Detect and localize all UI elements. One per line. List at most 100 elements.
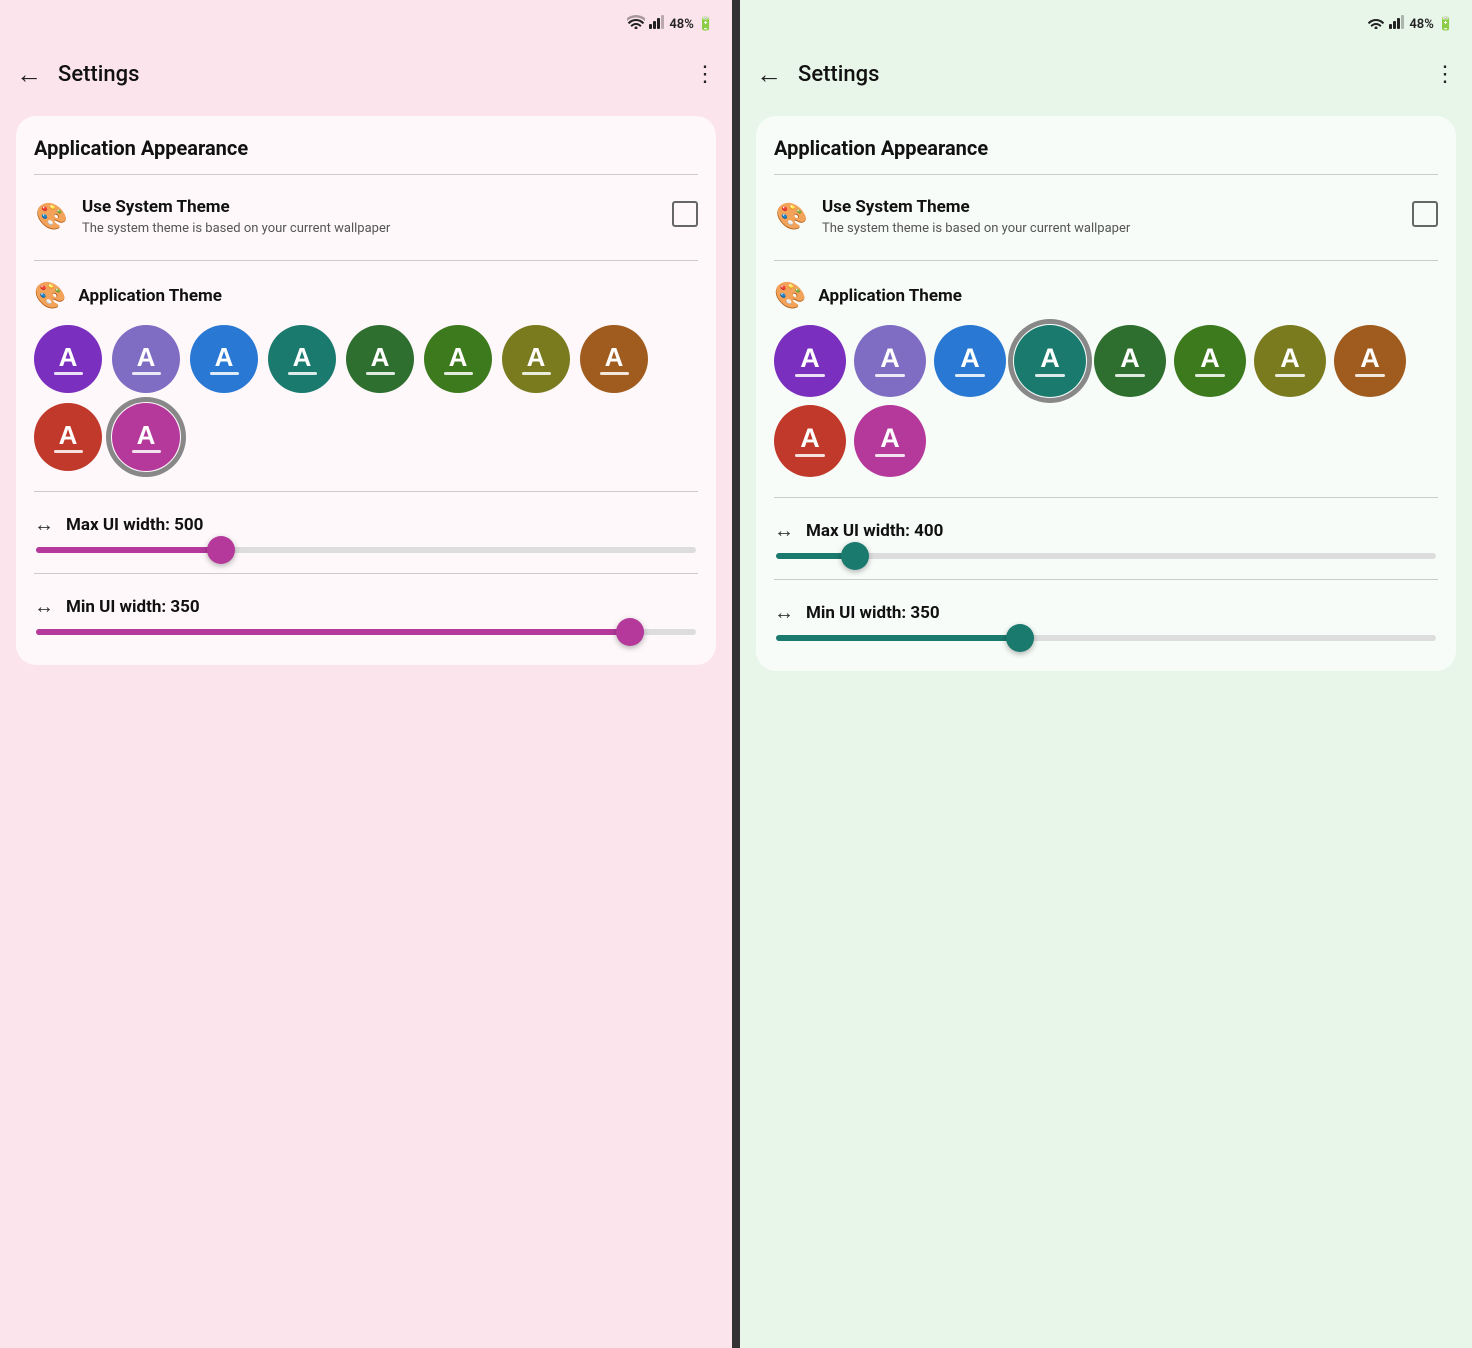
divider-left-4 [34,573,698,574]
card-right: Application Appearance 🎨 Use System Them… [756,116,1456,671]
min-width-title-left: Min UI width: 350 [66,597,200,617]
divider-right-3 [774,497,1438,498]
color-circle-teal-dark[interactable]: A [268,325,336,393]
system-theme-checkbox-left[interactable] [672,201,698,227]
app-theme-icon-area-left: 🎨 [34,281,66,311]
divider-right-1 [774,174,1438,175]
arrows-icon-left-2: ↔ [34,594,54,619]
page-title-left: Settings [58,62,678,87]
color-circle-olive-green[interactable]: A [424,325,492,393]
battery-right: 48% [1409,17,1433,32]
color-circle-olive[interactable]: A [502,325,570,393]
content-left: Application Appearance 🎨 Use System Them… [0,104,732,1348]
system-theme-desc-left: The system theme is based on your curren… [82,220,660,238]
wifi-icon-left [627,15,645,33]
color-circle-teal-dark[interactable]: A [1014,325,1086,397]
more-menu-left[interactable]: ⋮ [694,62,716,87]
min-width-slider-right[interactable] [776,635,1436,641]
app-bar-right: ← Settings ⋮ [740,44,1472,104]
app-theme-title-left: Application Theme [78,286,222,306]
color-circle-green-dark[interactable]: A [346,325,414,393]
min-width-label-left: ↔ Min UI width: 350 [34,594,698,619]
system-theme-text-left: Use System Theme The system theme is bas… [82,197,660,238]
color-circle-brown-orange[interactable]: A [1334,325,1406,397]
app-theme-header-left: 🎨 Application Theme [34,281,698,311]
color-circle-blue[interactable]: A [934,325,1006,397]
colors-grid-right: AAAAAAAAAA [774,325,1438,477]
right-panel: 48% 🔋 ← Settings ⋮ Application Appearanc… [740,0,1472,1348]
max-width-section-left: ↔ Max UI width: 500 [34,502,698,563]
app-theme-title-right: Application Theme [818,286,962,306]
palette-icon-left-1: 🎨 [36,202,68,232]
system-theme-desc-right: The system theme is based on your curren… [822,220,1400,238]
app-theme-section-right: 🎨 Application Theme AAAAAAAAAA [774,271,1438,483]
app-theme-icon-area-right: 🎨 [774,281,806,311]
divider-left-2 [34,260,698,261]
colors-grid-left: AAAAAAAAAA [34,325,698,471]
color-circle-green-dark[interactable]: A [1094,325,1166,397]
arrows-icon-right-2: ↔ [774,600,794,625]
arrows-icon-right-1: ↔ [774,518,794,543]
system-theme-row-right: 🎨 Use System Theme The system theme is b… [774,185,1438,250]
content-right: Application Appearance 🎨 Use System Them… [740,104,1472,1348]
arrows-icon-left-1: ↔ [34,512,54,537]
color-circle-olive[interactable]: A [1254,325,1326,397]
max-width-thumb-right[interactable] [841,542,869,570]
palette-icon-right-2: 🎨 [774,281,806,311]
divider-right-4 [774,579,1438,580]
max-width-fill-left [36,547,221,553]
min-width-slider-left[interactable] [36,629,696,635]
status-icons-right: 48% 🔋 [1367,15,1454,33]
color-circle-olive-green[interactable]: A [1174,325,1246,397]
color-circle-magenta[interactable]: A [112,403,180,471]
app-bar-left: ← Settings ⋮ [0,44,732,104]
max-width-title-right: Max UI width: 400 [806,521,943,541]
signal-icon-right [1389,15,1405,33]
max-width-section-right: ↔ Max UI width: 400 [774,508,1438,569]
color-circle-lavender[interactable]: A [854,325,926,397]
system-theme-row-left: 🎨 Use System Theme The system theme is b… [34,185,698,250]
min-width-label-right: ↔ Min UI width: 350 [774,600,1438,625]
min-width-section-left: ↔ Min UI width: 350 [34,584,698,645]
color-circle-purple[interactable]: A [774,325,846,397]
color-circle-brown-orange[interactable]: A [580,325,648,393]
max-width-slider-right[interactable] [776,553,1436,559]
min-width-fill-right [776,635,1020,641]
signal-icon-left [649,15,665,33]
color-circle-red[interactable]: A [34,403,102,471]
max-width-thumb-left[interactable] [207,536,235,564]
system-theme-title-right: Use System Theme [822,197,1400,217]
max-width-label-left: ↔ Max UI width: 500 [34,512,698,537]
more-menu-right[interactable]: ⋮ [1434,62,1456,87]
app-theme-header-right: 🎨 Application Theme [774,281,1438,311]
system-theme-icon-area-right: 🎨 [774,199,810,235]
divider-right-2 [774,260,1438,261]
card-title-left: Application Appearance [34,136,698,160]
battery-left: 48% [669,17,693,32]
color-circle-blue[interactable]: A [190,325,258,393]
color-circle-magenta[interactable]: A [854,405,926,477]
page-title-right: Settings [798,62,1418,87]
wifi-icon-right [1367,15,1385,33]
status-icons-left: 48% 🔋 [627,15,714,33]
back-button-left[interactable]: ← [16,59,42,90]
app-theme-section-left: 🎨 Application Theme AAAAAAAAAA [34,271,698,477]
color-circle-red[interactable]: A [774,405,846,477]
divider-left-3 [34,491,698,492]
max-width-slider-left[interactable] [36,547,696,553]
min-width-thumb-left[interactable] [616,618,644,646]
color-circle-lavender[interactable]: A [112,325,180,393]
battery-icon-left: 🔋 [698,17,714,32]
back-button-right[interactable]: ← [756,59,782,90]
divider-left-1 [34,174,698,175]
left-panel: 48% 🔋 ← Settings ⋮ Application Appearanc… [0,0,732,1348]
palette-icon-right-1: 🎨 [776,202,808,232]
system-theme-icon-area-left: 🎨 [34,199,70,235]
color-circle-purple[interactable]: A [34,325,102,393]
max-width-label-right: ↔ Max UI width: 400 [774,518,1438,543]
min-width-title-right: Min UI width: 350 [806,603,940,623]
status-bar-left: 48% 🔋 [0,0,732,44]
min-width-thumb-right[interactable] [1006,624,1034,652]
status-bar-right: 48% 🔋 [740,0,1472,44]
system-theme-checkbox-right[interactable] [1412,201,1438,227]
